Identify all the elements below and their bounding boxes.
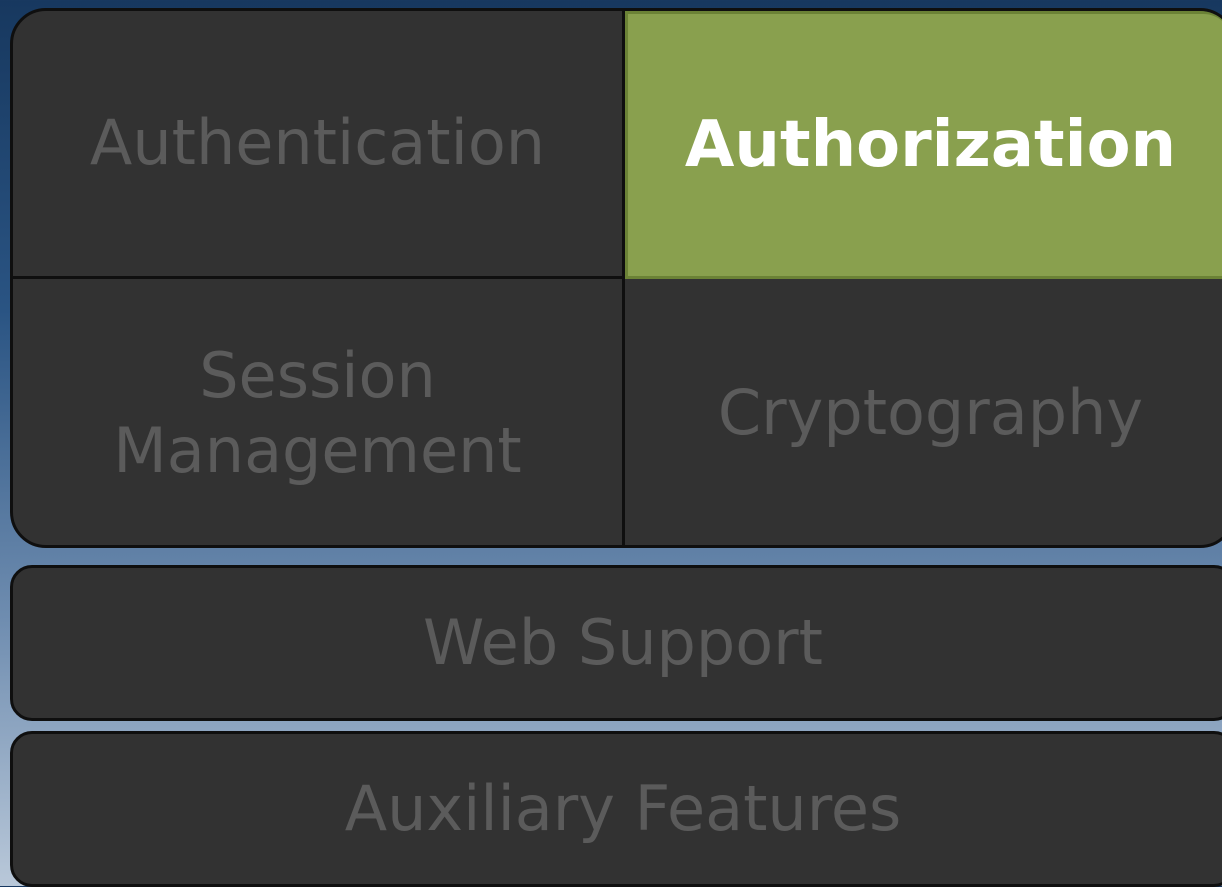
authentication-block[interactable]: Authentication (13, 11, 625, 279)
cryptography-label: Cryptography (717, 376, 1144, 450)
auxiliary-features-block[interactable]: Auxiliary Features (10, 731, 1222, 887)
web-support-label: Web Support (423, 605, 823, 679)
authorization-block[interactable]: Authorization (625, 11, 1222, 279)
session-management-label-line2: Management (113, 413, 522, 487)
authorization-label: Authorization (684, 107, 1177, 182)
web-support-block[interactable]: Web Support (10, 565, 1222, 721)
core-modules-group: Authentication Authorization Session Man… (10, 8, 1222, 548)
auxiliary-features-label: Auxiliary Features (344, 771, 902, 845)
authentication-label: Authentication (89, 106, 546, 180)
cryptography-block[interactable]: Cryptography (625, 279, 1222, 545)
session-management-block[interactable]: Session Management (13, 279, 625, 545)
session-management-label: Session Management (113, 339, 521, 488)
session-management-label-line1: Session (199, 339, 436, 413)
